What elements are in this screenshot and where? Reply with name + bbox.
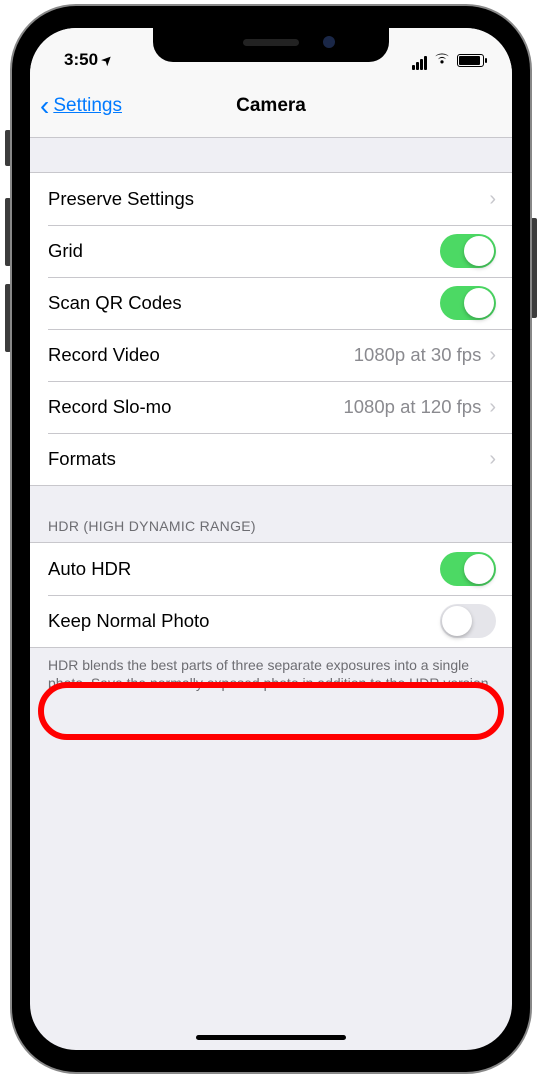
toggle-grid[interactable] bbox=[440, 234, 496, 268]
navigation-bar: ‹ Settings Camera bbox=[30, 74, 512, 138]
settings-content: Preserve Settings › Grid Scan QR Codes R… bbox=[30, 172, 512, 709]
chevron-left-icon: ‹ bbox=[40, 92, 49, 120]
toggle-keep-normal-photo[interactable] bbox=[440, 604, 496, 638]
row-label: Preserve Settings bbox=[48, 188, 489, 210]
cellular-icon bbox=[411, 50, 427, 70]
toggle-auto-hdr[interactable] bbox=[440, 552, 496, 586]
back-button[interactable]: ‹ Settings bbox=[30, 92, 122, 120]
row-detail: 1080p at 120 fps bbox=[343, 396, 481, 418]
row-record-video[interactable]: Record Video 1080p at 30 fps › bbox=[30, 329, 512, 381]
chevron-right-icon: › bbox=[489, 448, 496, 471]
back-label: Settings bbox=[53, 95, 122, 117]
section-footer-hdr: HDR blends the best parts of three separ… bbox=[30, 648, 512, 709]
row-label: Auto HDR bbox=[48, 558, 440, 580]
row-formats[interactable]: Formats › bbox=[30, 433, 512, 485]
settings-group-main: Preserve Settings › Grid Scan QR Codes R… bbox=[30, 172, 512, 486]
home-indicator[interactable] bbox=[196, 1035, 346, 1040]
row-label: Grid bbox=[48, 240, 440, 262]
row-grid[interactable]: Grid bbox=[30, 225, 512, 277]
settings-group-hdr: Auto HDR Keep Normal Photo bbox=[30, 542, 512, 648]
row-auto-hdr[interactable]: Auto HDR bbox=[30, 543, 512, 595]
row-record-slomo[interactable]: Record Slo-mo 1080p at 120 fps › bbox=[30, 381, 512, 433]
row-label: Keep Normal Photo bbox=[48, 610, 440, 632]
row-label: Record Video bbox=[48, 344, 354, 366]
section-header-hdr: HDR (HIGH DYNAMIC RANGE) bbox=[30, 486, 512, 542]
chevron-right-icon: › bbox=[489, 396, 496, 419]
row-keep-normal-photo[interactable]: Keep Normal Photo bbox=[30, 595, 512, 647]
status-indicators bbox=[411, 50, 484, 70]
chevron-right-icon: › bbox=[489, 344, 496, 367]
row-label: Scan QR Codes bbox=[48, 292, 440, 314]
row-label: Record Slo-mo bbox=[48, 396, 343, 418]
row-scan-qr[interactable]: Scan QR Codes bbox=[30, 277, 512, 329]
row-detail: 1080p at 30 fps bbox=[354, 344, 482, 366]
row-preserve-settings[interactable]: Preserve Settings › bbox=[30, 173, 512, 225]
status-time: 3:50 bbox=[64, 50, 98, 70]
chevron-right-icon: › bbox=[489, 188, 496, 211]
battery-icon bbox=[457, 54, 484, 67]
location-icon: ➤ bbox=[99, 51, 116, 68]
row-label: Formats bbox=[48, 448, 489, 470]
toggle-scan-qr[interactable] bbox=[440, 286, 496, 320]
wifi-icon bbox=[433, 51, 451, 70]
